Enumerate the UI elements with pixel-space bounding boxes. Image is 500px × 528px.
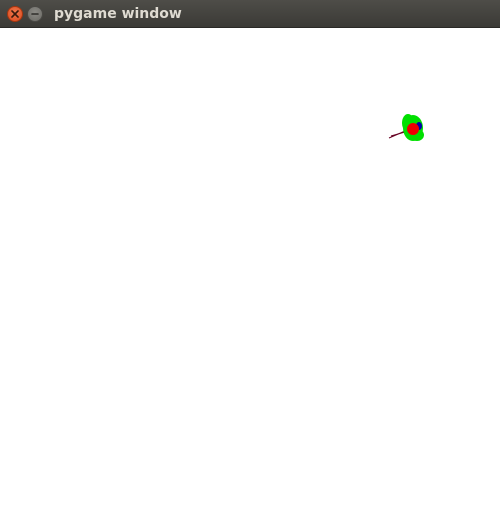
window-title: pygame window — [54, 6, 182, 22]
close-button[interactable] — [7, 6, 23, 22]
game-sprite — [388, 114, 424, 141]
close-icon — [11, 10, 19, 18]
game-canvas[interactable] — [0, 28, 500, 528]
sprite-core — [407, 123, 419, 135]
minimize-icon — [31, 13, 39, 15]
minimize-button[interactable] — [27, 6, 43, 22]
title-bar[interactable]: pygame window — [0, 0, 500, 28]
pygame-window: pygame window — [0, 0, 500, 528]
game-scene — [388, 114, 424, 141]
